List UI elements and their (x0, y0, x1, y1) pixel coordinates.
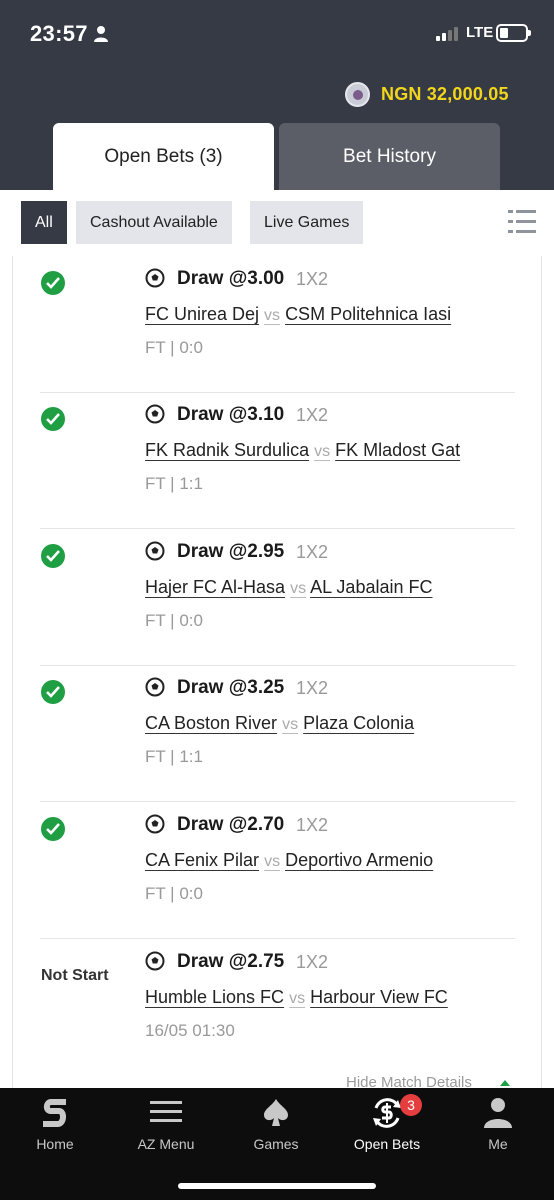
soccer-ball-icon (145, 951, 165, 971)
nav-games-label: Games (253, 1136, 299, 1152)
bet-pick: Draw @2.75 (177, 951, 285, 972)
won-check-icon (41, 271, 65, 295)
match-teams[interactable]: Humble Lions FC vs Harbour View FC (145, 987, 448, 1008)
vs-label: vs (282, 716, 299, 733)
account-balance[interactable]: NGN 32,000.05 (381, 84, 509, 105)
match-result: FT | 1:1 (145, 747, 203, 766)
vs-label: vs (289, 990, 306, 1007)
bet-market: 1X2 (296, 405, 329, 425)
match-teams[interactable]: FK Radnik Surdulica vs FK Mladost Gat (145, 440, 460, 461)
nav-me[interactable]: Me (443, 1088, 553, 1178)
away-team[interactable]: Harbour View FC (310, 987, 448, 1007)
home-team[interactable]: FC Unirea Dej (145, 304, 259, 324)
person-icon (94, 26, 108, 42)
away-team[interactable]: Plaza Colonia (303, 713, 414, 733)
vs-label: vs (290, 580, 307, 597)
match-teams[interactable]: FC Unirea Dej vs CSM Politehnica Iasi (145, 304, 451, 325)
home-indicator (178, 1183, 376, 1189)
match-teams[interactable]: CA Fenix Pilar vs Deportivo Armenio (145, 850, 433, 871)
match-result: FT | 0:0 (145, 338, 203, 357)
bet-row: Draw @3.25 1X2 CA Boston River vs Plaza … (13, 665, 543, 802)
match-teams[interactable]: Hajer FC Al-Hasa vs AL Jabalain FC (145, 577, 432, 598)
bet-pick: Draw @2.95 (177, 541, 285, 562)
nav-az-menu-label: AZ Menu (137, 1136, 195, 1152)
soccer-ball-icon (145, 404, 165, 424)
open-bets-count-badge: 3 (400, 1094, 422, 1116)
bet-market: 1X2 (296, 542, 329, 562)
home-team[interactable]: CA Fenix Pilar (145, 850, 259, 870)
open-bets-icon (373, 1098, 401, 1128)
nav-me-label: Me (488, 1136, 508, 1152)
nav-open-bets[interactable]: Open Bets (332, 1088, 442, 1178)
bet-market: 1X2 (296, 269, 329, 289)
nav-home-label: Home (36, 1136, 74, 1152)
bet-status: Not Start (41, 967, 109, 984)
filter-live-games[interactable]: Live Games (250, 201, 364, 244)
won-check-icon (41, 817, 65, 841)
soccer-ball-icon (145, 541, 165, 561)
vs-label: vs (264, 853, 281, 870)
nav-home[interactable]: Home (0, 1088, 110, 1178)
match-result: FT | 0:0 (145, 611, 203, 630)
person-icon (484, 1098, 512, 1128)
sportybet-logo-icon (43, 1099, 66, 1127)
app-header: 23:57 LTE NGN 32,000.05 Open Bets (3) Be… (0, 0, 554, 190)
match-result: FT | 0:0 (145, 884, 203, 903)
away-team[interactable]: Deportivo Armenio (285, 850, 433, 870)
match-result: FT | 1:1 (145, 474, 203, 493)
bet-market: 1X2 (296, 952, 329, 972)
bet-row: Not Start Draw @2.75 1X2 Humble Lions FC… (13, 939, 543, 1076)
spade-icon (264, 1099, 288, 1126)
filter-bar: All Cashout Available Live Games (0, 190, 554, 256)
bet-pick: Draw @2.70 (177, 814, 285, 835)
soccer-ball-icon (145, 677, 165, 697)
bet-card: Draw @3.00 1X2 FC Unirea Dej vs CSM Poli… (12, 256, 542, 1096)
bet-pick: Draw @3.00 (177, 268, 285, 289)
nav-az-menu[interactable]: AZ Menu (111, 1088, 221, 1178)
bet-pick: Draw @3.10 (177, 404, 285, 425)
match-teams[interactable]: CA Boston River vs Plaza Colonia (145, 713, 414, 734)
away-team[interactable]: AL Jabalain FC (310, 577, 432, 597)
filter-cashout-available[interactable]: Cashout Available (76, 201, 232, 244)
nav-games[interactable]: Games (221, 1088, 331, 1178)
home-team[interactable]: Hajer FC Al-Hasa (145, 577, 285, 597)
vs-label: vs (264, 307, 281, 324)
bet-market: 1X2 (296, 815, 329, 835)
avatar[interactable] (345, 82, 370, 107)
clock: 23:57 (30, 21, 88, 46)
vs-label: vs (314, 443, 331, 460)
soccer-ball-icon (145, 268, 165, 288)
tab-bet-history[interactable]: Bet History (279, 123, 500, 190)
hamburger-menu-icon (150, 1101, 182, 1122)
caret-up-icon[interactable] (500, 1080, 510, 1086)
away-team[interactable]: FK Mladost Gat (335, 440, 460, 460)
status-bar: 23:57 LTE (0, 0, 554, 66)
bet-pick: Draw @3.25 (177, 677, 285, 698)
match-kickoff-time: 16/05 01:30 (145, 1021, 235, 1040)
home-team[interactable]: CA Boston River (145, 713, 277, 733)
soccer-ball-icon (145, 814, 165, 834)
list-view-icon[interactable] (508, 208, 536, 236)
bet-market: 1X2 (296, 678, 329, 698)
bet-row: Draw @3.00 1X2 FC Unirea Dej vs CSM Poli… (13, 256, 543, 393)
nav-open-bets-label: Open Bets (353, 1136, 421, 1152)
won-check-icon (41, 544, 65, 568)
signal-icon (436, 27, 462, 41)
bet-row: Draw @2.70 1X2 CA Fenix Pilar vs Deporti… (13, 802, 543, 939)
network-type: LTE (466, 24, 494, 41)
tab-open-bets[interactable]: Open Bets (3) (53, 123, 274, 190)
home-team[interactable]: FK Radnik Surdulica (145, 440, 309, 460)
bet-row: Draw @3.10 1X2 FK Radnik Surdulica vs FK… (13, 392, 543, 529)
filter-all[interactable]: All (21, 201, 67, 244)
won-check-icon (41, 407, 65, 431)
won-check-icon (41, 680, 65, 704)
home-team[interactable]: Humble Lions FC (145, 987, 284, 1007)
bet-row: Draw @2.95 1X2 Hajer FC Al-Hasa vs AL Ja… (13, 529, 543, 666)
away-team[interactable]: CSM Politehnica Iasi (285, 304, 451, 324)
battery-icon (496, 24, 531, 42)
